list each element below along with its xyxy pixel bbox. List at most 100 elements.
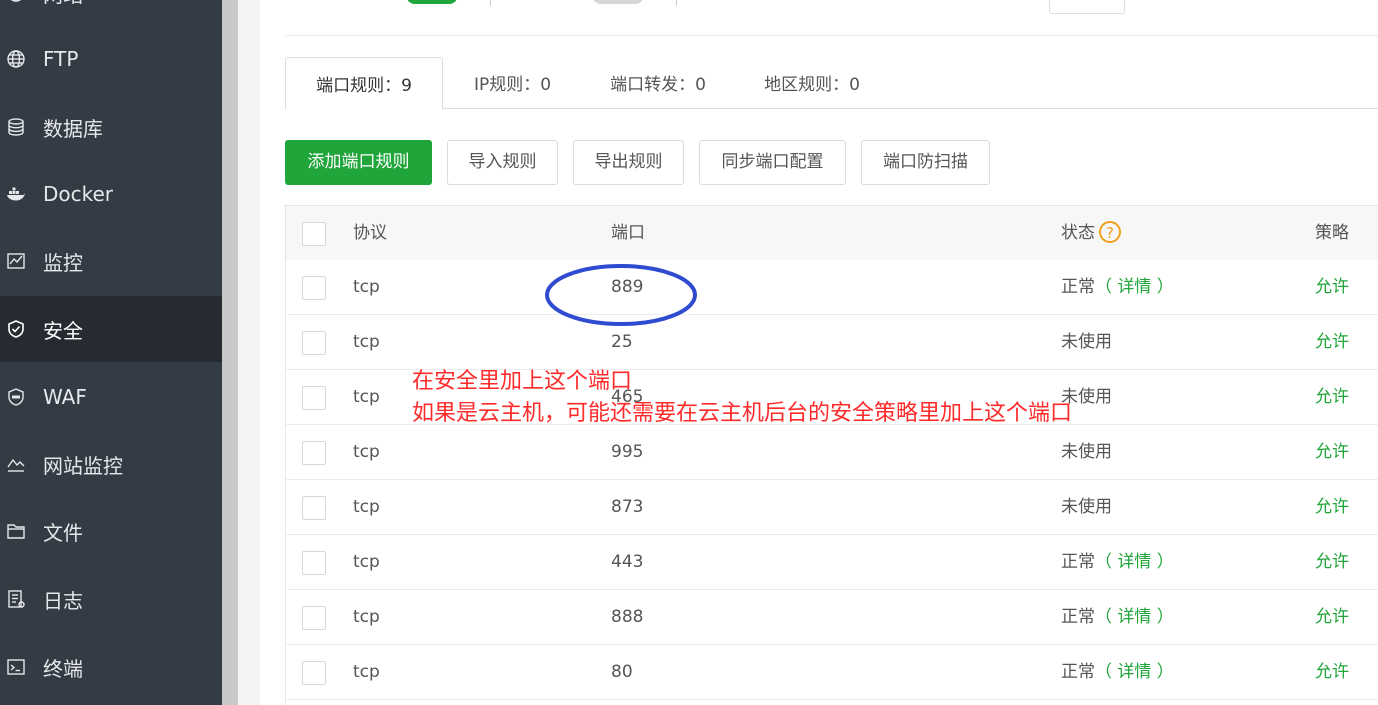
row-checkbox[interactable] <box>302 661 326 685</box>
cell-protocol: tcp <box>353 662 380 682</box>
folder-icon <box>6 521 26 541</box>
sync-port-config-button[interactable]: 同步端口配置 <box>699 140 846 185</box>
sidebar-item-label: 终端 <box>43 656 83 681</box>
sidebar-item-site-monitor[interactable]: 网站监控 <box>0 431 222 497</box>
header-protocol: 协议 <box>353 223 387 243</box>
cell-policy[interactable]: 允许 <box>1315 370 1349 424</box>
row-checkbox[interactable] <box>302 551 326 575</box>
header-policy: 策略 <box>1315 223 1349 243</box>
sidebar: 网站 FTP 数据库 Docker 监控 安全 WAF <box>0 0 222 705</box>
status-text: 正常 <box>1061 552 1095 572</box>
sidebar-item-database[interactable]: 数据库 <box>0 94 222 160</box>
row-checkbox[interactable] <box>302 441 326 465</box>
header-status-label: 状态 <box>1061 223 1095 243</box>
tab-port-forward[interactable]: 端口转发：0 <box>593 57 723 108</box>
cell-policy[interactable]: 允许 <box>1315 480 1349 534</box>
port-rules-table: 协议 端口 状态? 策略 tcp 889 正常（ 详情 ） 允许 tcp 25 … <box>285 205 1378 705</box>
help-icon[interactable]: ? <box>1099 220 1121 243</box>
line-chart-icon <box>6 454 26 474</box>
cell-port: 995 <box>611 442 644 462</box>
sidebar-item-files[interactable]: 文件 <box>0 498 222 564</box>
sidebar-item-label: 安全 <box>43 318 83 343</box>
waf-shield-icon <box>6 387 26 407</box>
tab-region-rules[interactable]: 地区规则：0 <box>747 57 877 108</box>
cell-protocol: tcp <box>353 497 380 517</box>
toggle-switch-on[interactable] <box>406 0 458 4</box>
cell-protocol: tcp <box>353 442 380 462</box>
select-all-checkbox[interactable] <box>302 222 326 246</box>
annotation-text-line2: 如果是云主机，可能还需要在云主机后台的安全策略里加上这个端口 <box>412 401 1073 426</box>
cell-port: 873 <box>611 497 644 517</box>
content-margin <box>238 0 260 705</box>
cell-status: 未使用 <box>1061 315 1112 369</box>
cell-protocol: tcp <box>353 387 380 407</box>
cell-policy[interactable]: 允许 <box>1315 535 1349 589</box>
status-text: 未使用 <box>1061 442 1112 462</box>
sidebar-item-logs[interactable]: 日志 <box>0 566 222 632</box>
row-checkbox[interactable] <box>302 331 326 355</box>
cell-policy[interactable]: 允许 <box>1315 590 1349 644</box>
sidebar-item-label: 日志 <box>43 588 83 613</box>
cell-protocol: tcp <box>353 552 380 572</box>
divider <box>676 0 677 6</box>
tab-ip-rules[interactable]: IP规则：0 <box>455 57 570 108</box>
sidebar-item-terminal[interactable]: 终端 <box>0 634 222 700</box>
monitor-chart-icon <box>6 251 26 271</box>
cell-status: 正常（ 详情 ） <box>1061 260 1174 314</box>
status-text: 未使用 <box>1061 497 1112 517</box>
status-text: 正常 <box>1061 662 1095 682</box>
table-row: tcp 995 未使用 允许 <box>286 425 1378 480</box>
sidebar-item-label: WAF <box>43 385 87 409</box>
sidebar-item-label: 监控 <box>43 250 83 275</box>
detail-link[interactable]: （ 详情 ） <box>1095 662 1174 682</box>
export-rules-button[interactable]: 导出规则 <box>573 140 684 185</box>
sidebar-item-label: 数据库 <box>43 116 103 141</box>
table-row: tcp 80 正常（ 详情 ） 允许 <box>286 645 1378 700</box>
cell-port: 80 <box>611 662 633 682</box>
row-checkbox[interactable] <box>302 386 326 410</box>
scroll-gutter <box>222 0 238 705</box>
cell-policy[interactable]: 允许 <box>1315 260 1349 314</box>
row-checkbox[interactable] <box>302 606 326 630</box>
detail-link[interactable]: （ 详情 ） <box>1095 277 1174 297</box>
top-control-box[interactable] <box>1049 0 1125 14</box>
cell-port: 25 <box>611 332 633 352</box>
port-anti-scan-button[interactable]: 端口防扫描 <box>861 140 990 185</box>
detail-link[interactable]: （ 详情 ） <box>1095 607 1174 627</box>
status-text: 正常 <box>1061 607 1095 627</box>
cell-policy[interactable]: 允许 <box>1315 425 1349 479</box>
cell-status: 正常（ 详情 ） <box>1061 535 1174 589</box>
rule-tabs: 端口规则：9 IP规则：0 端口转发：0 地区规则：0 <box>285 57 1378 110</box>
sidebar-item-label: 文件 <box>43 520 83 545</box>
header-status: 状态? <box>1061 206 1121 260</box>
toggle-switch-off[interactable] <box>592 0 644 4</box>
sidebar-item-website[interactable]: 网站 <box>0 0 222 26</box>
sidebar-item-security[interactable]: 安全 <box>0 296 222 362</box>
row-checkbox[interactable] <box>302 276 326 300</box>
sidebar-item-waf[interactable]: WAF <box>0 364 222 430</box>
tab-port-rules[interactable]: 端口规则：9 <box>285 57 443 110</box>
sidebar-item-docker[interactable]: Docker <box>0 161 222 227</box>
detail-link[interactable]: （ 详情 ） <box>1095 552 1174 572</box>
import-rules-button[interactable]: 导入规则 <box>447 140 558 185</box>
cell-policy[interactable]: 允许 <box>1315 315 1349 369</box>
row-checkbox[interactable] <box>302 496 326 520</box>
sidebar-item-label: 网站监控 <box>43 453 123 478</box>
add-port-rule-button[interactable]: 添加端口规则 <box>285 140 432 185</box>
shield-icon <box>6 319 26 339</box>
table-row: tcp 25 未使用 允许 <box>286 315 1378 370</box>
divider <box>285 35 1378 36</box>
cell-port: 889 <box>611 277 644 297</box>
status-text: 正常 <box>1061 277 1095 297</box>
cell-policy[interactable]: 允许 <box>1315 645 1349 699</box>
status-text: 未使用 <box>1061 332 1112 352</box>
globe-icon <box>6 49 26 69</box>
sidebar-item-label: FTP <box>43 47 79 71</box>
table-row: tcp 443 正常（ 详情 ） 允许 <box>286 535 1378 590</box>
cell-status: 未使用 <box>1061 480 1112 534</box>
annotation-text-line1: 在安全里加上这个端口 <box>412 369 633 394</box>
terminal-icon <box>6 657 26 677</box>
sidebar-item-monitor[interactable]: 监控 <box>0 228 222 294</box>
sidebar-item-ftp[interactable]: FTP <box>0 26 222 92</box>
cell-status: 未使用 <box>1061 425 1112 479</box>
